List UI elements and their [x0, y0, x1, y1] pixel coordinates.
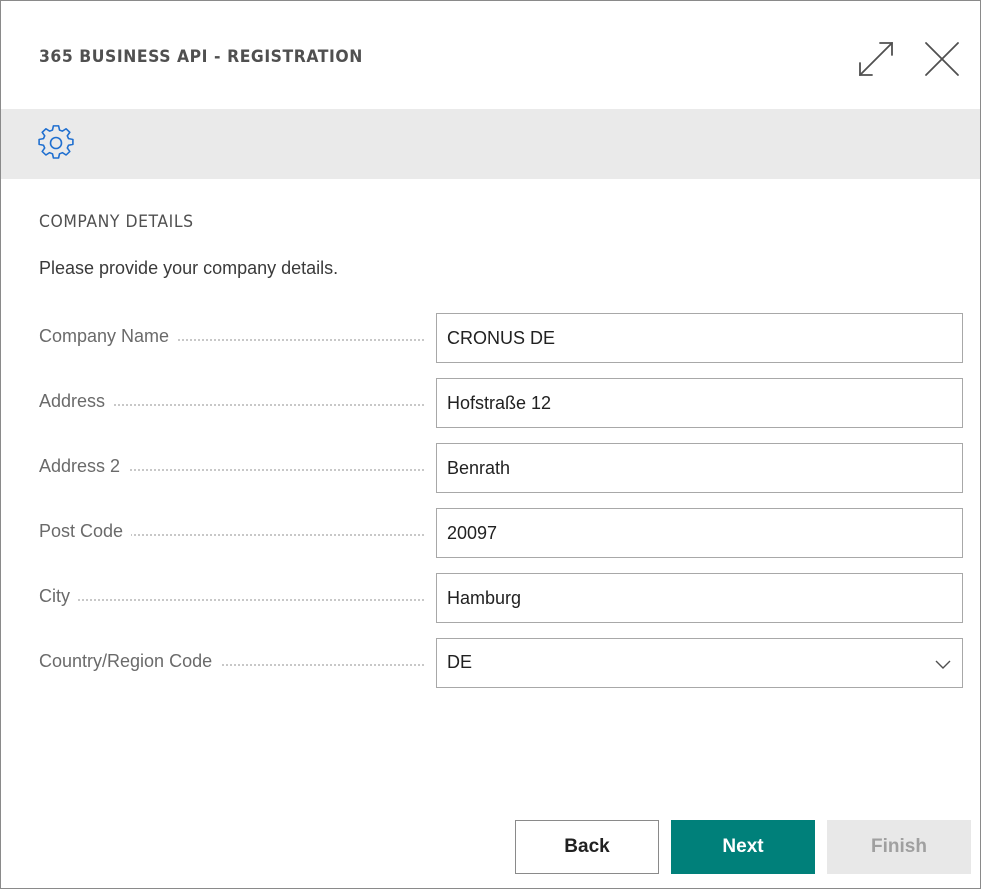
- section-title: COMPANY DETAILS: [39, 212, 194, 232]
- country-region-value: DE: [447, 652, 473, 672]
- company-name-label: Company Name: [39, 326, 178, 347]
- company-name-input[interactable]: [436, 313, 963, 363]
- company-name-row: Company Name: [39, 313, 963, 363]
- gear-icon[interactable]: [38, 125, 74, 161]
- city-label: City: [39, 586, 78, 607]
- label-leader-dots: [39, 599, 424, 601]
- window-controls: [856, 39, 962, 79]
- city-input[interactable]: [436, 573, 963, 623]
- finish-button: Finish: [827, 820, 971, 874]
- address-2-label: Address 2: [39, 456, 129, 477]
- chevron-down-icon: [935, 660, 951, 669]
- address-label: Address: [39, 391, 114, 412]
- close-icon[interactable]: [922, 39, 962, 79]
- address-input[interactable]: [436, 378, 963, 428]
- section-instructions: Please provide your company details.: [39, 258, 339, 278]
- city-row: City: [39, 573, 963, 623]
- post-code-label: Post Code: [39, 521, 132, 542]
- post-code-row: Post Code: [39, 508, 963, 558]
- dialog-titlebar: 365 BUSINESS API - REGISTRATION: [1, 1, 980, 109]
- country-region-row: Country/Region Code DE: [39, 638, 963, 688]
- registration-dialog: 365 BUSINESS API - REGISTRATION COMPANY …: [0, 0, 981, 889]
- address-2-row: Address 2: [39, 443, 963, 493]
- address-row: Address: [39, 378, 963, 428]
- back-button[interactable]: Back: [515, 820, 659, 874]
- address-2-input[interactable]: [436, 443, 963, 493]
- dialog-title: 365 BUSINESS API - REGISTRATION: [39, 47, 363, 67]
- expand-icon[interactable]: [856, 39, 896, 79]
- action-bar: [1, 109, 980, 179]
- country-region-label: Country/Region Code: [39, 651, 221, 672]
- next-button[interactable]: Next: [671, 820, 815, 874]
- post-code-input[interactable]: [436, 508, 963, 558]
- country-region-select[interactable]: DE: [436, 638, 963, 688]
